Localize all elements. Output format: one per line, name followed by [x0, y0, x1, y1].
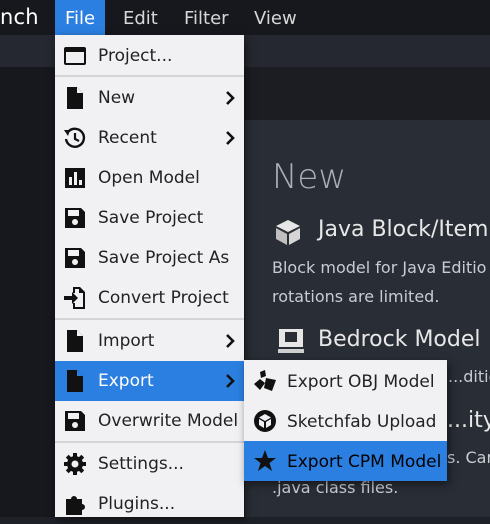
menu-item-project[interactable]: Project... — [55, 36, 244, 76]
menu-item-label: Export CPM Model — [287, 452, 442, 472]
chevron-right-icon — [226, 374, 235, 388]
puzzle-icon — [66, 496, 85, 515]
chevron-right-icon — [226, 91, 235, 105]
menu-item-import[interactable]: Import — [55, 321, 244, 361]
menu-item-label: Convert Project — [98, 288, 229, 308]
chevron-right-icon — [226, 334, 235, 348]
menu-item-label: Export OBJ Model — [287, 372, 435, 392]
save-icon — [65, 248, 85, 268]
menu-item-export[interactable]: Export — [55, 361, 244, 401]
menu-separator — [55, 441, 244, 443]
menu-item-recent[interactable]: Recent — [55, 118, 244, 158]
format-java-block-desc-2: rotations are limited. — [272, 287, 440, 306]
menu-item-label: Sketchfab Upload — [287, 412, 437, 432]
chart-icon — [65, 168, 85, 188]
menu-item-export-cpm[interactable]: Export CPM Model — [244, 441, 447, 481]
shapes-icon — [254, 370, 276, 391]
menu-item-overwrite-model[interactable]: Overwrite Model — [55, 401, 244, 441]
format-entity-title[interactable]: ...ity — [447, 408, 490, 433]
menu-item-export-obj[interactable]: Export OBJ Model — [244, 361, 447, 401]
menu-item-label: Import — [98, 331, 155, 351]
menu-item-label: New — [98, 88, 136, 108]
history-icon — [64, 127, 86, 148]
file-menu-dropdown: Project... New Recent Open Model Save Pr… — [55, 35, 244, 517]
export-submenu: Export OBJ Model Sketchfab Upload Export… — [244, 360, 447, 481]
start-screen-title: New — [272, 157, 347, 197]
menu-item-label: Plugins... — [98, 494, 176, 514]
menu-item-save-project-as[interactable]: Save Project As — [55, 238, 244, 278]
menu-item-new[interactable]: New — [55, 78, 244, 118]
chevron-right-icon — [226, 131, 235, 145]
menu-item-settings[interactable]: Settings... — [55, 444, 244, 484]
format-entity-desc-1: s. Car — [447, 448, 490, 467]
menu-view[interactable]: View — [244, 0, 307, 35]
menu-item-label: Settings... — [98, 454, 184, 474]
menu-item-sketchfab-upload[interactable]: Sketchfab Upload — [244, 401, 447, 441]
menu-separator — [55, 318, 244, 320]
block-icon — [276, 220, 300, 245]
file-icon — [67, 330, 83, 352]
window-icon — [64, 47, 86, 65]
convert-icon — [64, 287, 85, 309]
format-bedrock-desc: ...dition — [448, 367, 490, 386]
menu-item-convert-project[interactable]: Convert Project — [55, 278, 244, 318]
save-icon — [65, 208, 85, 228]
menu-item-plugins[interactable]: Plugins... — [55, 484, 244, 524]
star-icon — [254, 450, 276, 471]
menu-bar: nch File Edit Filter View — [0, 0, 490, 35]
menu-item-save-project[interactable]: Save Project — [55, 198, 244, 238]
file-icon — [67, 370, 83, 392]
format-java-block-desc-1: Block model for Java Editio — [272, 258, 487, 277]
save-icon — [65, 411, 85, 431]
menu-edit[interactable]: Edit — [113, 0, 168, 35]
menu-item-label: Save Project — [98, 208, 204, 228]
menu-file[interactable]: File — [55, 0, 106, 35]
bedrock-icon — [278, 329, 304, 353]
format-java-block-title[interactable]: Java Block/Item — [318, 217, 488, 242]
menu-item-label: Overwrite Model — [98, 411, 239, 431]
menu-filter[interactable]: Filter — [174, 0, 239, 35]
left-sidebar — [0, 67, 55, 517]
menu-separator — [55, 75, 244, 77]
menu-item-label: Open Model — [98, 168, 200, 188]
format-bedrock-title[interactable]: Bedrock Model — [318, 327, 481, 352]
menu-item-open-model[interactable]: Open Model — [55, 158, 244, 198]
menu-item-label: Project... — [98, 46, 173, 66]
menu-item-label: Export — [98, 371, 154, 391]
menu-item-label: Recent — [98, 128, 157, 148]
sketchfab-icon — [254, 410, 276, 432]
app-title: nch — [0, 5, 39, 29]
menu-item-label: Save Project As — [98, 248, 230, 268]
gear-icon — [64, 453, 86, 475]
file-icon — [67, 87, 83, 109]
